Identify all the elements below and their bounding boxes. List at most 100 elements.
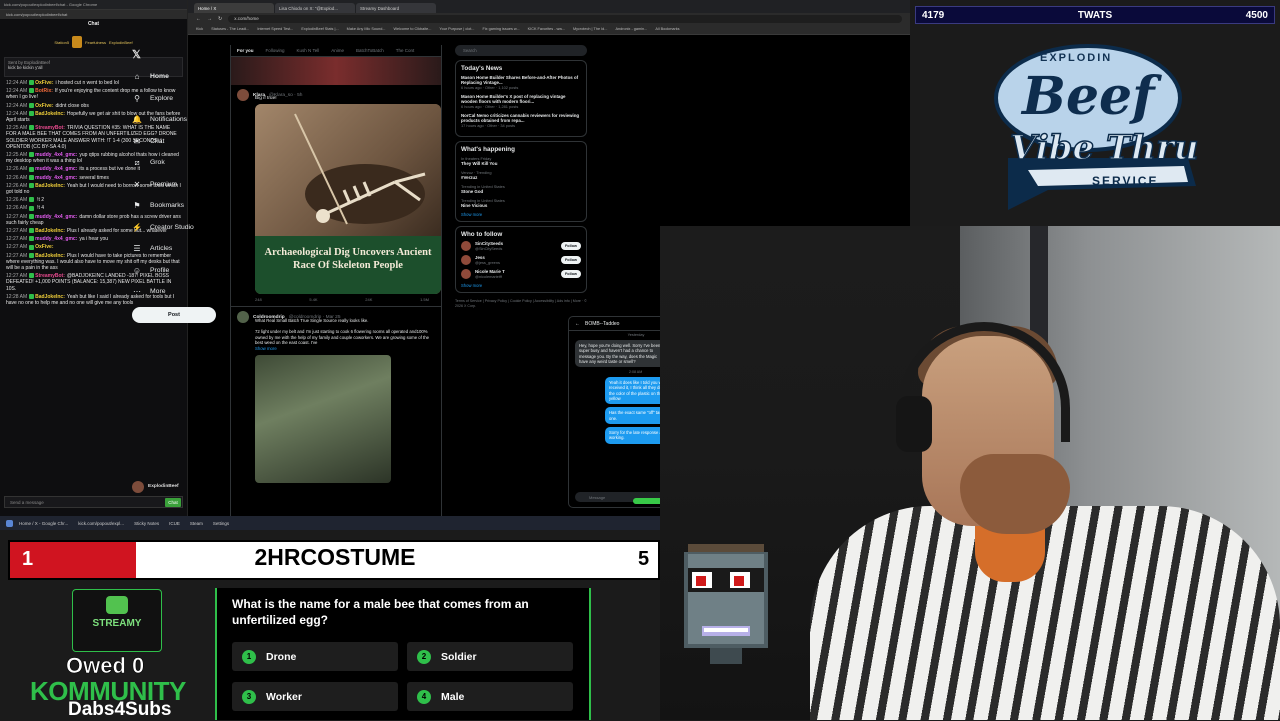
news-item[interactable]: Mason Home Builder's X post of replacing… bbox=[461, 94, 581, 109]
forward-icon[interactable]: → bbox=[207, 16, 212, 22]
tab-home-x[interactable]: Home / X bbox=[194, 3, 274, 13]
chat-input[interactable]: Send a message bbox=[4, 496, 183, 508]
feed-tab[interactable]: The Cont bbox=[396, 48, 415, 53]
view-count[interactable]: 1.5M bbox=[420, 297, 429, 302]
trend-item[interactable]: Trending in United States Stone God bbox=[461, 184, 581, 194]
news-item[interactable]: NorCal Nemo criticizes cannabis reviewer… bbox=[461, 113, 581, 128]
taskbar-items: Home / X - Google Chr... kick.com/popout/… bbox=[19, 521, 229, 526]
x-logo-icon[interactable]: 𝕏 bbox=[0, 48, 232, 66]
bookmark-item[interactable]: ExplodinBeef Stats |... bbox=[301, 27, 338, 32]
message-username[interactable]: muddy_4x4_gmc: bbox=[35, 152, 77, 158]
trivia-option-2: 2 Soldier bbox=[407, 642, 573, 671]
x-search-input[interactable]: Search bbox=[455, 45, 587, 56]
nav-item-premium[interactable]: ✕ Premium bbox=[132, 174, 232, 196]
streamy-badge: STREAMY bbox=[72, 589, 162, 652]
feed-tab[interactable]: Kush N Tell bbox=[297, 48, 320, 53]
news-item[interactable]: Mason Home Builder Shares Before-and-Aft… bbox=[461, 75, 581, 90]
trend-item[interactable]: Trending in United States Nine Vicious bbox=[461, 198, 581, 208]
taskbar-app[interactable]: Settings bbox=[213, 521, 229, 526]
reload-icon[interactable]: ↻ bbox=[218, 16, 222, 22]
nav-item-profile[interactable]: ☺ Profile bbox=[132, 260, 232, 282]
nav-item-notifications[interactable]: 🔔 Notifications bbox=[132, 109, 232, 131]
post-button[interactable]: Post bbox=[132, 306, 216, 323]
feed-tab[interactable]: BatchToBatch bbox=[356, 48, 384, 53]
taskbar-app[interactable]: Sticky Notes bbox=[134, 521, 159, 526]
nav-item-home[interactable]: ⌂ Home bbox=[132, 66, 232, 88]
message-username[interactable]: StreamyBot: bbox=[35, 273, 65, 279]
message-username[interactable]: muddy_4x4_gmc: bbox=[35, 214, 77, 220]
post-image[interactable]: Archaeological Dig Uncovers Ancient Race… bbox=[255, 104, 441, 294]
show-more-link[interactable]: Show more bbox=[461, 212, 581, 217]
windows-start-icon[interactable] bbox=[6, 519, 13, 527]
post-coldroomdrip[interactable]: Coldroomdrip @coldroomdrip · Mar 25 What… bbox=[231, 306, 441, 487]
nav-item-chat[interactable]: ✉ Chat bbox=[132, 131, 232, 153]
message-username[interactable]: BadJokeInc: bbox=[35, 111, 65, 117]
bookmark-item[interactable]: Your Purpose | clot... bbox=[439, 27, 474, 32]
bookmark-item[interactable]: Fix gaming issues w... bbox=[482, 27, 519, 32]
message-username[interactable]: muddy_4x4_gmc: bbox=[35, 236, 77, 242]
trend-item[interactable]: Verzuz · Trending #Verzuz bbox=[461, 170, 581, 180]
message-username[interactable]: BadJokeInc: bbox=[35, 253, 65, 259]
klara-avatar[interactable] bbox=[237, 89, 249, 101]
like-count[interactable]: 24K bbox=[365, 297, 372, 302]
show-more-link[interactable]: Show more bbox=[461, 283, 581, 288]
message-username[interactable]: muddy_4x4_gmc: bbox=[35, 175, 77, 181]
message-username[interactable]: BadJokeInc: bbox=[35, 228, 65, 234]
repost-count[interactable]: 5.4K bbox=[309, 297, 317, 302]
taskbar-app[interactable]: kick.com/popout/expl... bbox=[78, 521, 124, 526]
taskbar-app[interactable]: Home / X - Google Chr... bbox=[19, 521, 68, 526]
tab-streamy-dashboard[interactable]: Streamy Dashboard bbox=[356, 3, 436, 13]
address-bar[interactable]: x.com/home bbox=[228, 15, 902, 23]
post-klara[interactable]: Klara @Klara_so · 5h Big if true! Archae… bbox=[231, 85, 441, 306]
message-username[interactable]: StreamyBot: bbox=[35, 125, 65, 131]
bookmark-item[interactable]: Kick bbox=[196, 27, 203, 32]
badge-icon bbox=[29, 294, 35, 300]
message-username[interactable]: OxFive: bbox=[35, 244, 53, 250]
message-username[interactable]: BadJokeInc: bbox=[35, 183, 65, 189]
tab-lisa-chiodo[interactable]: Lisa Chiodo on X: "@Explod... bbox=[275, 3, 355, 13]
nav-item-more[interactable]: ⋯ More bbox=[132, 281, 232, 303]
message-username[interactable]: OxFive: bbox=[35, 103, 53, 109]
coldroomdrip-avatar[interactable] bbox=[237, 311, 249, 323]
nav-item-creator-studio[interactable]: ⚡ Creator Studio bbox=[132, 217, 232, 239]
message-username[interactable]: OxFive: bbox=[35, 80, 53, 86]
message-username[interactable]: muddy_4x4_gmc: bbox=[35, 166, 77, 172]
trend-title: They Will Kill You bbox=[461, 161, 498, 166]
follow-suggestion[interactable]: Jess @jess_greens Follow bbox=[461, 255, 581, 265]
reply-count[interactable]: 248 bbox=[255, 297, 262, 302]
back-icon[interactable]: ← bbox=[196, 16, 201, 22]
bookmark-item[interactable]: Andronix - gamin... bbox=[615, 27, 647, 32]
follow-suggestion[interactable]: Nicole Marie T @nicolemarietff Follow bbox=[461, 269, 581, 279]
nav-item-explore[interactable]: ⚲ Explore bbox=[132, 88, 232, 110]
bookmark-item[interactable]: All Bookmarks bbox=[655, 27, 679, 32]
feed-tab[interactable]: For you bbox=[237, 48, 254, 53]
back-icon[interactable]: ← bbox=[575, 321, 580, 327]
follow-button[interactable]: Follow bbox=[560, 270, 581, 278]
follow-suggestion[interactable]: SinCitySeeds @SinCitySeeds Follow bbox=[461, 241, 581, 251]
taskbar-app[interactable]: Steam bbox=[190, 521, 203, 526]
feed-tab[interactable]: Following bbox=[266, 48, 285, 53]
bookmark-item[interactable]: Internet Speed Test... bbox=[257, 27, 293, 32]
badge-icon bbox=[29, 213, 35, 219]
follow-button[interactable]: Follow bbox=[560, 242, 581, 250]
nav-item-articles[interactable]: ☰ Articles bbox=[132, 238, 232, 260]
feed-tab[interactable]: Anime bbox=[331, 48, 344, 53]
bookmark-item[interactable]: Mycrotech | The Id... bbox=[573, 27, 607, 32]
post-image-plants[interactable] bbox=[255, 354, 391, 483]
dm-title[interactable]: BOMB--Taddeo bbox=[585, 321, 619, 327]
follow-button[interactable]: Follow bbox=[560, 256, 581, 264]
show-more-link[interactable]: Show more bbox=[255, 346, 435, 351]
nav-item-bookmarks[interactable]: ⚑ Bookmarks bbox=[132, 195, 232, 217]
taskbar-app[interactable]: ICUE bbox=[169, 521, 180, 526]
trend-item[interactable]: In theaters Friday They Will Kill You bbox=[461, 156, 581, 166]
chat-url[interactable]: kick.com/popout/explodinbeef/chat bbox=[0, 10, 187, 19]
bookmark-item[interactable]: KICK Favorites - ww... bbox=[528, 27, 565, 32]
account-switcher[interactable]: ExplodinBeef bbox=[132, 480, 232, 493]
message-username[interactable]: BotRix: bbox=[35, 88, 53, 94]
bookmark-item[interactable]: Welcome to Clkbaite... bbox=[394, 27, 432, 32]
chat-send-button[interactable]: Chat bbox=[165, 498, 181, 507]
message-username[interactable]: BadJokeInc: bbox=[35, 294, 65, 300]
bookmark-item[interactable]: Statuses - The Leadi... bbox=[211, 27, 249, 32]
bookmark-item[interactable]: Make Any Mic Sound... bbox=[347, 27, 386, 32]
nav-item-grok[interactable]: ⧄ Grok bbox=[132, 152, 232, 174]
